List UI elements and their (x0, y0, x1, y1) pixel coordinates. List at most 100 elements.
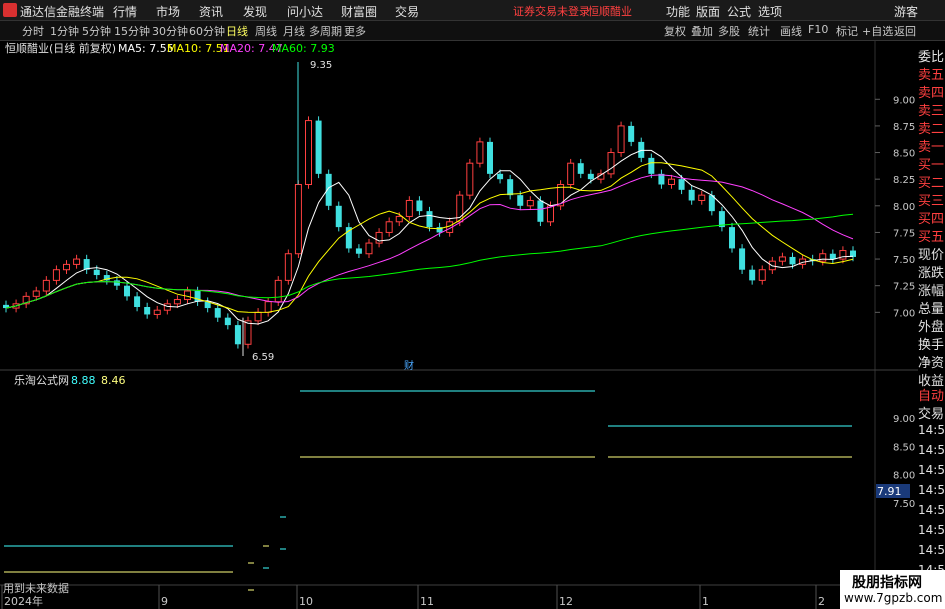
tab-monthly[interactable]: 月线 (283, 23, 305, 39)
menu-quotes[interactable]: 行情 (113, 3, 137, 20)
candle-body (214, 308, 221, 318)
date-label: 2 (818, 595, 825, 608)
ma5-line (5, 149, 854, 325)
candle-body (517, 195, 524, 206)
side-label: 卖二 (918, 122, 945, 137)
candle-body (416, 200, 423, 212)
side-label: 涨幅 (918, 284, 945, 299)
trade-time: 14:56 (918, 443, 945, 457)
ma5-label: MA5: 7.55 (118, 42, 174, 55)
candle-body (778, 256, 786, 262)
side-label: 涨跌 (918, 266, 945, 281)
tab-1min[interactable]: 1分钟 (50, 23, 79, 39)
candle-body (739, 248, 746, 270)
candle-body (638, 141, 645, 158)
candle-body (789, 256, 796, 265)
menu-wealth[interactable]: 财富圈 (341, 3, 377, 20)
candle-body (698, 194, 706, 201)
candle-body (537, 200, 544, 222)
tool-multistock[interactable]: 多股 (718, 23, 740, 39)
candle-body (507, 179, 514, 196)
watermark-title: 股朋指标网 (852, 575, 922, 591)
tab-multi[interactable]: 多周期 (309, 23, 342, 39)
trade-warning[interactable]: 证券交易未登录 (513, 3, 590, 19)
menu-discover[interactable]: 发现 (243, 3, 267, 20)
tool-stats[interactable]: 统计 (748, 23, 770, 39)
app-title: 通达信金融终端 (20, 5, 105, 19)
menu-options[interactable]: 选项 (758, 3, 782, 20)
ma10-line (5, 162, 854, 313)
menu-formula[interactable]: 公式 (727, 3, 751, 20)
tool-overlay[interactable]: 叠加 (691, 23, 713, 39)
menu-market[interactable]: 市场 (156, 3, 180, 20)
tab-15min[interactable]: 15分钟 (114, 23, 150, 39)
candle-body (466, 162, 474, 196)
side-label: 买五 (918, 230, 945, 245)
date-label: 1 (702, 595, 709, 608)
candle-body (234, 325, 241, 345)
tab-5min[interactable]: 5分钟 (82, 23, 111, 39)
side-label: 卖五 (918, 68, 945, 83)
app-logo-icon (3, 3, 17, 17)
candle-body (668, 178, 675, 186)
candle-body (607, 152, 615, 175)
side-label: 总量 (918, 302, 945, 317)
candle-body (819, 253, 827, 262)
side-label: 卖一 (918, 140, 945, 155)
menu-layout[interactable]: 版面 (696, 3, 720, 20)
sub-tick: 8.00 (893, 471, 915, 482)
chart-area[interactable]: 9.00 8.75 8.50 8.25 8.00 7.75 7.50 7.25 7.00 9.0… (0, 40, 945, 609)
candle-body (385, 221, 393, 233)
price-tick: 8.25 (893, 175, 915, 186)
candle-body (63, 263, 70, 271)
candle-body (294, 184, 302, 255)
side2-label[interactable]: 交易 (918, 403, 944, 422)
date-axis: 2024年 9 10 11 12 1 2 (1, 585, 825, 609)
candle-body (52, 269, 60, 281)
menu-trade[interactable]: 交易 (395, 3, 419, 20)
title-bar: 通达信金融终端 行情 市场 资讯 发现 问小达 财富圈 交易 证券交易未登录 恒… (0, 0, 945, 21)
tool-back[interactable]: 返回 (894, 23, 916, 39)
tab-30min[interactable]: 30分钟 (152, 23, 188, 39)
candle-body (688, 189, 695, 201)
candles (3, 62, 856, 356)
watermark-url: www.7gpzb.com (844, 591, 943, 605)
candle-body (113, 280, 120, 286)
candle-body (577, 163, 584, 174)
trade-time: 14:56 (918, 483, 945, 497)
price-tick: 7.50 (893, 255, 915, 266)
menu-function[interactable]: 功能 (666, 3, 690, 20)
side-label: 买二 (918, 176, 945, 191)
tool-fuquan[interactable]: 复权 (664, 23, 686, 39)
tab-weekly[interactable]: 周线 (255, 23, 277, 39)
candle-body (426, 211, 433, 228)
candle-body (497, 173, 504, 180)
candle-body (547, 205, 554, 223)
guest-label[interactable]: 游客 (894, 3, 918, 20)
tool-add-watch[interactable]: +自选 (862, 23, 893, 39)
menu-ask[interactable]: 问小达 (287, 3, 323, 20)
candle-body (315, 120, 322, 174)
side2-label[interactable]: 自动 (918, 385, 944, 404)
trade-time: 14:56 (918, 543, 945, 557)
candle-body (244, 320, 252, 345)
sub-value-1: 8.88 (71, 374, 96, 387)
tab-fenshi[interactable]: 分时 (22, 23, 44, 39)
price-tick: 7.00 (893, 308, 915, 319)
tool-f10[interactable]: F10 (808, 23, 828, 36)
candle-body (405, 199, 413, 217)
side-label: 买三 (918, 194, 945, 209)
candle-body (749, 269, 756, 281)
tool-draw[interactable]: 画线 (780, 23, 802, 39)
price-tick: 9.00 (893, 95, 915, 106)
tab-more[interactable]: 更多 (344, 23, 366, 39)
tool-mark[interactable]: 标记 (836, 23, 858, 39)
side-label: 现价 (918, 248, 945, 263)
tab-60min[interactable]: 60分钟 (189, 23, 225, 39)
tab-daily[interactable]: 日线 (226, 23, 248, 39)
future-data-note: 用到未来数据 (3, 581, 69, 595)
trade-time: 14:56 (918, 423, 945, 437)
ma20-line (5, 174, 854, 309)
menu-news[interactable]: 资讯 (199, 3, 223, 20)
candle-body (42, 279, 50, 292)
